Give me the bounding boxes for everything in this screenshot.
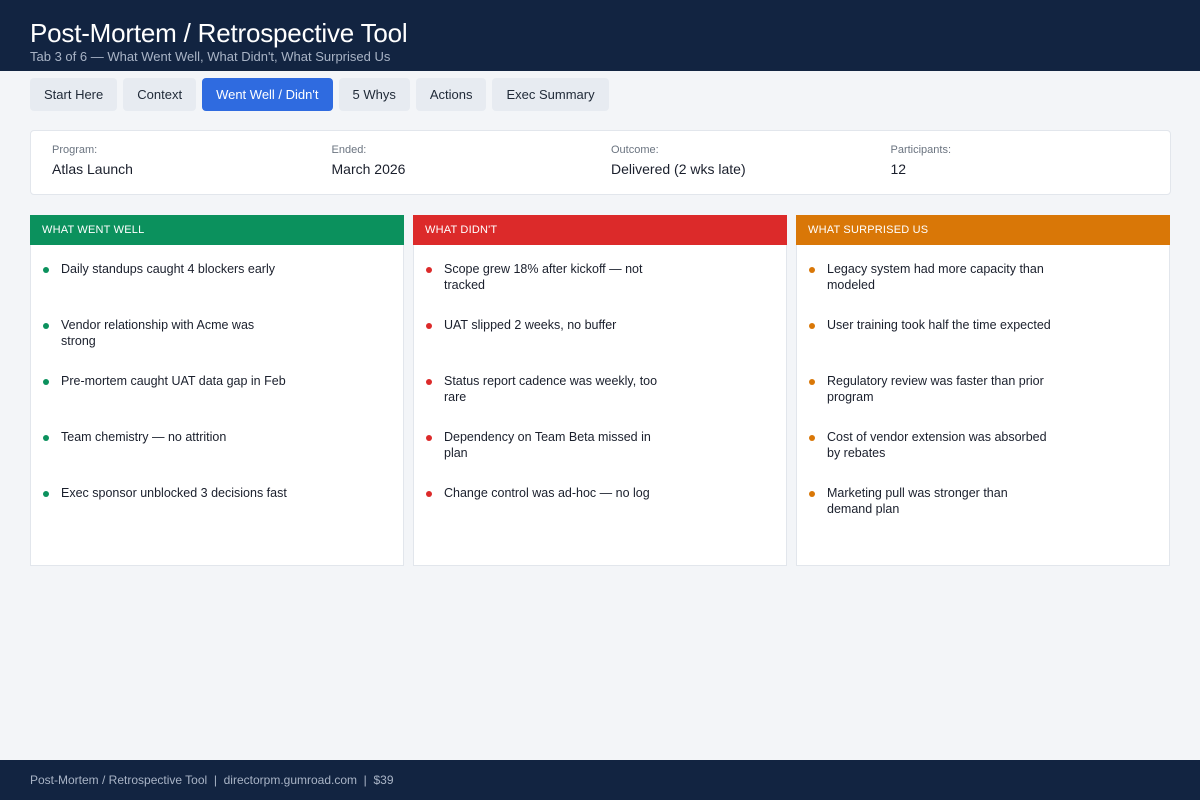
list-item: Regulatory review was faster than prior … <box>809 373 1169 429</box>
list-item: Scope grew 18% after kickoff — not track… <box>426 261 786 317</box>
column-list: Daily standups caught 4 blockers early V… <box>31 245 403 541</box>
tab-exec-summary[interactable]: Exec Summary <box>492 78 609 111</box>
column-what-surprised-us: WHAT SURPRISED US Legacy system had more… <box>796 215 1170 566</box>
meta-label: Outcome: <box>611 144 659 156</box>
meta-ended: Ended: March 2026 <box>332 143 612 194</box>
list-item: Vendor relationship with Acme was strong <box>43 317 403 373</box>
bullet-icon <box>426 435 432 441</box>
column-what-didnt: WHAT DIDN'T Scope grew 18% after kickoff… <box>413 215 787 566</box>
list-item-text: Exec sponsor unblocked 3 decisions fast <box>61 486 287 500</box>
meta-value: March 2026 <box>331 161 406 177</box>
meta-label: Participants: <box>890 144 952 156</box>
column-header: WHAT DIDN'T <box>413 215 787 245</box>
meta-label: Ended: <box>331 144 367 156</box>
bullet-icon <box>426 267 432 273</box>
list-item: Change control was ad-hoc — no log <box>426 485 786 541</box>
list-item: User training took half the time expecte… <box>809 317 1169 373</box>
meta-value: Delivered (2 wks late) <box>611 161 746 177</box>
app-subtitle: Tab 3 of 6 — What Went Well, What Didn't… <box>30 49 391 64</box>
meta-value: 12 <box>890 161 907 177</box>
bullet-icon <box>809 267 815 273</box>
list-item: Dependency on Team Beta missed in plan <box>426 429 786 485</box>
list-item: Daily standups caught 4 blockers early <box>43 261 403 317</box>
list-item-text: Regulatory review was faster than prior … <box>827 374 1044 404</box>
list-item-text: UAT slipped 2 weeks, no buffer <box>444 318 617 332</box>
list-item-text: Daily standups caught 4 blockers early <box>61 262 276 276</box>
bullet-icon <box>809 323 815 329</box>
meta-program: Program: Atlas Launch <box>52 143 332 194</box>
list-item-text: Change control was ad-hoc — no log <box>444 486 650 500</box>
footer-text: Post-Mortem / Retrospective Tool | direc… <box>30 773 394 787</box>
meta-outcome: Outcome: Delivered (2 wks late) <box>611 143 891 194</box>
bullet-icon <box>809 435 815 441</box>
column-went-well: WHAT WENT WELL Daily standups caught 4 b… <box>30 215 404 566</box>
list-item-text: User training took half the time expecte… <box>827 318 1051 332</box>
bullet-icon <box>43 267 49 273</box>
list-item: Cost of vendor extension was absorbed by… <box>809 429 1169 485</box>
list-item-text: Pre-mortem caught UAT data gap in Feb <box>61 374 286 388</box>
bullet-icon <box>426 379 432 385</box>
app-header: Post-Mortem / Retrospective Tool Tab 3 o… <box>0 0 1200 71</box>
tab-went-well-didnt[interactable]: Went Well / Didn't <box>202 78 333 111</box>
list-item: Marketing pull was stronger than demand … <box>809 485 1169 541</box>
list-item-text: Legacy system had more capacity than mod… <box>827 262 1044 292</box>
bullet-icon <box>43 379 49 385</box>
list-item: UAT slipped 2 weeks, no buffer <box>426 317 786 373</box>
bullet-icon <box>43 435 49 441</box>
list-item: Status report cadence was weekly, too ra… <box>426 373 786 429</box>
bullet-icon <box>809 379 815 385</box>
list-item: Exec sponsor unblocked 3 decisions fast <box>43 485 403 541</box>
bullet-icon <box>43 323 49 329</box>
list-item-text: Status report cadence was weekly, too ra… <box>444 374 658 404</box>
tab-actions[interactable]: Actions <box>415 78 487 111</box>
list-item-text: Team chemistry — no attrition <box>61 430 227 444</box>
bullet-icon <box>809 491 815 497</box>
column-list: Scope grew 18% after kickoff — not track… <box>414 245 786 541</box>
tab-bar: Start Here Context Went Well / Didn't 5 … <box>30 78 609 111</box>
meta-participants: Participants: 12 <box>891 143 1171 194</box>
list-item-text: Dependency on Team Beta missed in plan <box>444 430 651 460</box>
meta-label: Program: <box>52 144 98 156</box>
list-item-text: Marketing pull was stronger than demand … <box>827 486 1008 516</box>
program-meta-card: Program: Atlas Launch Ended: March 2026 … <box>30 130 1171 195</box>
list-item: Legacy system had more capacity than mod… <box>809 261 1169 317</box>
tab-5-whys[interactable]: 5 Whys <box>338 78 410 111</box>
list-item: Team chemistry — no attrition <box>43 429 403 485</box>
list-item-text: Cost of vendor extension was absorbed by… <box>827 430 1047 460</box>
list-item: Pre-mortem caught UAT data gap in Feb <box>43 373 403 429</box>
retro-columns: WHAT WENT WELL Daily standups caught 4 b… <box>30 215 1171 566</box>
app-title: Post-Mortem / Retrospective Tool <box>30 18 408 48</box>
bullet-icon <box>426 323 432 329</box>
bullet-icon <box>426 491 432 497</box>
footer: Post-Mortem / Retrospective Tool | direc… <box>0 760 1200 800</box>
meta-value: Atlas Launch <box>52 161 133 177</box>
list-item-text: Vendor relationship with Acme was strong <box>61 318 255 348</box>
tab-context[interactable]: Context <box>123 78 197 111</box>
column-header: WHAT WENT WELL <box>30 215 404 245</box>
list-item-text: Scope grew 18% after kickoff — not track… <box>444 262 643 292</box>
tab-start-here[interactable]: Start Here <box>30 78 118 111</box>
column-list: Legacy system had more capacity than mod… <box>797 245 1169 541</box>
bullet-icon <box>43 491 49 497</box>
column-header: WHAT SURPRISED US <box>796 215 1170 245</box>
